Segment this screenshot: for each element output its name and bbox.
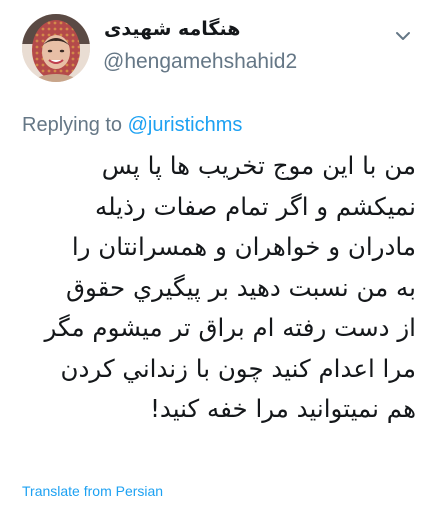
avatar[interactable] — [22, 14, 90, 82]
tweet-text-line: نمیکشم و اگر تمام صفات رذیله — [95, 191, 416, 221]
replying-to: Replying to @juristichms — [22, 114, 242, 137]
tweet-text-line: مرا اعدام کنید چون با زنداني کردن — [60, 353, 416, 383]
translate-link[interactable]: Translate from Persian — [22, 483, 163, 499]
profile-photo — [22, 14, 90, 82]
tweet-card: هنگامه شهیدی @hengamehshahid2 Replying t… — [0, 0, 432, 520]
tweet-text-line: مادران و خواهران و همسرانتان را — [71, 232, 416, 261]
tweet-text-line: هم نمیتوانید مرا خفه کنید! — [150, 394, 416, 423]
tweet-text-line: به من نسبت دهید بر پیگیري حقوق — [65, 272, 416, 302]
replying-prefix: Replying to — [22, 114, 123, 136]
reply-mention-link[interactable]: @juristichms — [128, 114, 243, 136]
display-name[interactable]: هنگامه شهیدی — [104, 18, 374, 40]
tweet-text-line: از دست رفته ام براق تر میشوم مگر — [44, 313, 416, 342]
tweet-text: من با این موج تخریب ها پا پس نمیکشم و اگ… — [20, 146, 416, 430]
chevron-down-icon[interactable] — [394, 28, 412, 42]
tweet-text-line: من با این موج تخریب ها پا پس — [101, 151, 416, 180]
user-handle[interactable]: @hengamehshahid2 — [103, 50, 297, 74]
